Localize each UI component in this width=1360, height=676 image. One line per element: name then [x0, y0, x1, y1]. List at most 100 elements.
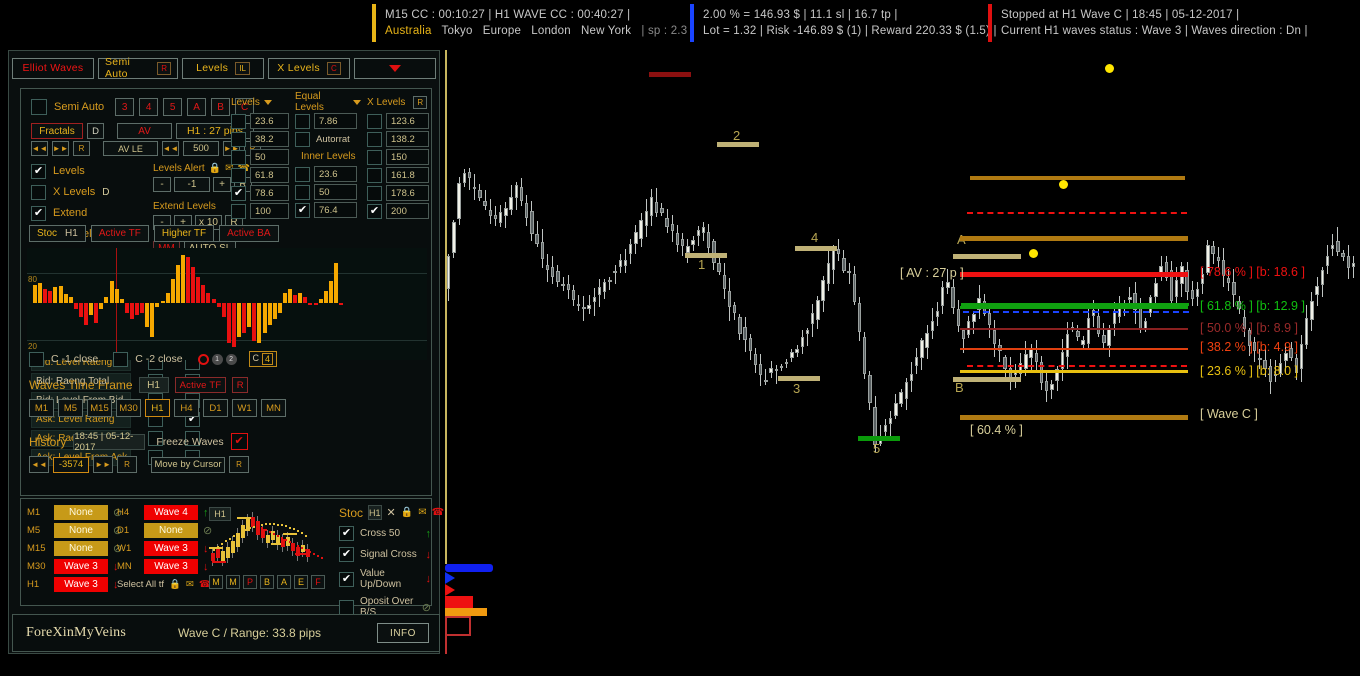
tf-wave-m5-state[interactable]: None [54, 523, 108, 538]
levels-alert-minus-button[interactable]: - [153, 177, 171, 192]
mpb-button-e[interactable]: E [294, 575, 308, 589]
radio-0-icon[interactable] [197, 353, 209, 365]
levels-alert-plus-button[interactable]: + [213, 177, 231, 192]
levels-column-header[interactable]: Levels [231, 95, 289, 109]
c2-close-checkbox[interactable] [113, 351, 129, 367]
level-row[interactable]: 100 [231, 203, 289, 219]
level-checkbox[interactable] [231, 113, 246, 129]
fractals-d-button[interactable]: D [87, 123, 104, 139]
move-by-cursor-reset-button[interactable]: R [229, 456, 249, 473]
timeframe-m15[interactable]: M15 [87, 399, 112, 417]
level-checkbox[interactable] [231, 185, 246, 201]
session-newyork[interactable]: New York [581, 25, 631, 37]
levels-alert-value[interactable]: -1 [174, 177, 210, 192]
stoc-higher-tf-button[interactable]: Higher TF [153, 225, 215, 242]
tf-wave-w1-state[interactable]: Wave 3 [144, 541, 198, 556]
stoc-active-ba-button[interactable]: Active BA [219, 225, 279, 242]
option-extend-1[interactable]: Extend [31, 205, 147, 221]
tab-levels[interactable]: Levels IL [182, 57, 264, 79]
mpb-button-a[interactable]: A [277, 575, 291, 589]
tf-wave-m1-state[interactable]: None [54, 505, 108, 520]
semi-auto-btn-b[interactable]: B [211, 98, 231, 116]
inner-level-checkbox[interactable] [295, 184, 310, 200]
lock-icon[interactable]: 🔒 [401, 507, 413, 518]
x-level-row[interactable]: 138.2 [367, 131, 429, 147]
x-level-checkbox[interactable] [367, 203, 382, 219]
tab-x-levels[interactable]: X Levels C [268, 57, 350, 79]
x-level-row[interactable]: 161.8 [367, 167, 429, 183]
av-value-field[interactable]: 500 [183, 141, 219, 156]
radio-1-icon[interactable]: 1 [211, 353, 223, 365]
level-checkbox[interactable] [231, 149, 246, 165]
option-extend-1-checkbox[interactable] [31, 205, 46, 221]
x-level-row[interactable]: 178.6 [367, 185, 429, 201]
mpb-button-m2[interactable]: M [226, 575, 240, 589]
history-offset-field[interactable]: -3574 [53, 456, 89, 473]
level-row[interactable]: 50 [231, 149, 289, 165]
equal-level-checkbox[interactable] [295, 113, 310, 129]
timeframe-d1[interactable]: D1 [203, 399, 228, 417]
semi-auto-btn-a[interactable]: A [187, 98, 207, 116]
tf-wave-m15-state[interactable]: None [54, 541, 108, 556]
level-checkbox[interactable] [231, 203, 246, 219]
stoc-active-tf-button[interactable]: Active TF [90, 225, 149, 242]
info-button[interactable]: INFO [377, 623, 429, 643]
timeframe-mn[interactable]: MN [261, 399, 286, 417]
level-row[interactable]: 78.6 [231, 185, 289, 201]
lock-icon[interactable]: 🔒 [169, 579, 181, 590]
timeframe-h1[interactable]: H1 [145, 399, 170, 417]
x-level-row[interactable]: 150 [367, 149, 429, 165]
x-level-checkbox[interactable] [367, 149, 382, 165]
session-australia[interactable]: Australia [385, 25, 432, 37]
tab-semi-auto[interactable]: Semi Auto R [98, 56, 178, 80]
inner-level-row[interactable]: 23.6 [295, 166, 361, 182]
av-le-button[interactable]: AV LE [103, 141, 158, 156]
x-level-row[interactable]: 200 [367, 203, 429, 219]
close-icon[interactable]: ✕ [387, 506, 396, 519]
mpb-button-b[interactable]: B [260, 575, 274, 589]
tf-wave-m30-state[interactable]: Wave 3 [54, 559, 108, 574]
history-next-button[interactable]: ►► [93, 456, 113, 473]
history-reset-button[interactable]: R [117, 456, 137, 473]
av-button[interactable]: AV [117, 123, 172, 139]
level-row[interactable]: 38.2 [231, 131, 289, 147]
tf-wave-h4-state[interactable]: Wave 4 [144, 505, 198, 520]
x-level-checkbox[interactable] [367, 167, 382, 183]
tf-wave-mn-state[interactable]: Wave 3 [144, 559, 198, 574]
c-count-box[interactable]: C 4 [248, 351, 278, 367]
equal-level-row[interactable]: 7.86 [295, 113, 361, 129]
level-checkbox[interactable] [231, 131, 246, 147]
mail-icon[interactable]: ✉ [418, 507, 426, 518]
tf-wave-d1-state[interactable]: None [144, 523, 198, 538]
equal-levels-header[interactable]: Equal Levels [295, 91, 361, 113]
timeframe-m1[interactable]: M1 [29, 399, 54, 417]
c1-close-checkbox[interactable] [29, 351, 44, 367]
chevron-down-icon[interactable] [263, 99, 272, 105]
x-level-checkbox[interactable] [367, 113, 382, 129]
tab-elliot-waves[interactable]: Elliot Waves [12, 57, 94, 79]
session-tokyo[interactable]: Tokyo [442, 25, 473, 37]
waves-active-tf-button[interactable]: Active TF [174, 377, 227, 393]
option-x-levels-checkbox[interactable] [31, 184, 46, 200]
select-all-tf[interactable]: Select All tf 🔒 ✉ ☎ [117, 579, 211, 590]
level-checkbox[interactable] [231, 167, 246, 183]
x-level-checkbox[interactable] [367, 185, 382, 201]
x-level-row[interactable]: 123.6 [367, 113, 429, 129]
oposit-over-bs-checkbox[interactable] [339, 599, 354, 615]
fractals-reset-button[interactable]: R [73, 141, 90, 156]
semi-auto-btn-5[interactable]: 5 [163, 98, 183, 116]
level-row[interactable]: 61.8 [231, 167, 289, 183]
chevron-down-icon[interactable] [353, 99, 361, 105]
fractals-next-button[interactable]: ►► [52, 141, 69, 156]
session-europe[interactable]: Europe [483, 25, 521, 37]
mpb-button-p[interactable]: P [243, 575, 257, 589]
timeframe-m30[interactable]: M30 [116, 399, 141, 417]
x-levels-reset-button[interactable]: R [413, 95, 428, 109]
fractals-prev-button[interactable]: ◄◄ [31, 141, 48, 156]
cross-50-checkbox[interactable] [339, 526, 354, 541]
semi-auto-btn-4[interactable]: 4 [139, 98, 159, 116]
radio-2-icon[interactable]: 2 [225, 353, 237, 365]
level-row[interactable]: 23.6 [231, 113, 289, 129]
option-x-levels[interactable]: X Levels D [31, 184, 147, 200]
av-prev-button[interactable]: ◄◄ [162, 141, 179, 156]
